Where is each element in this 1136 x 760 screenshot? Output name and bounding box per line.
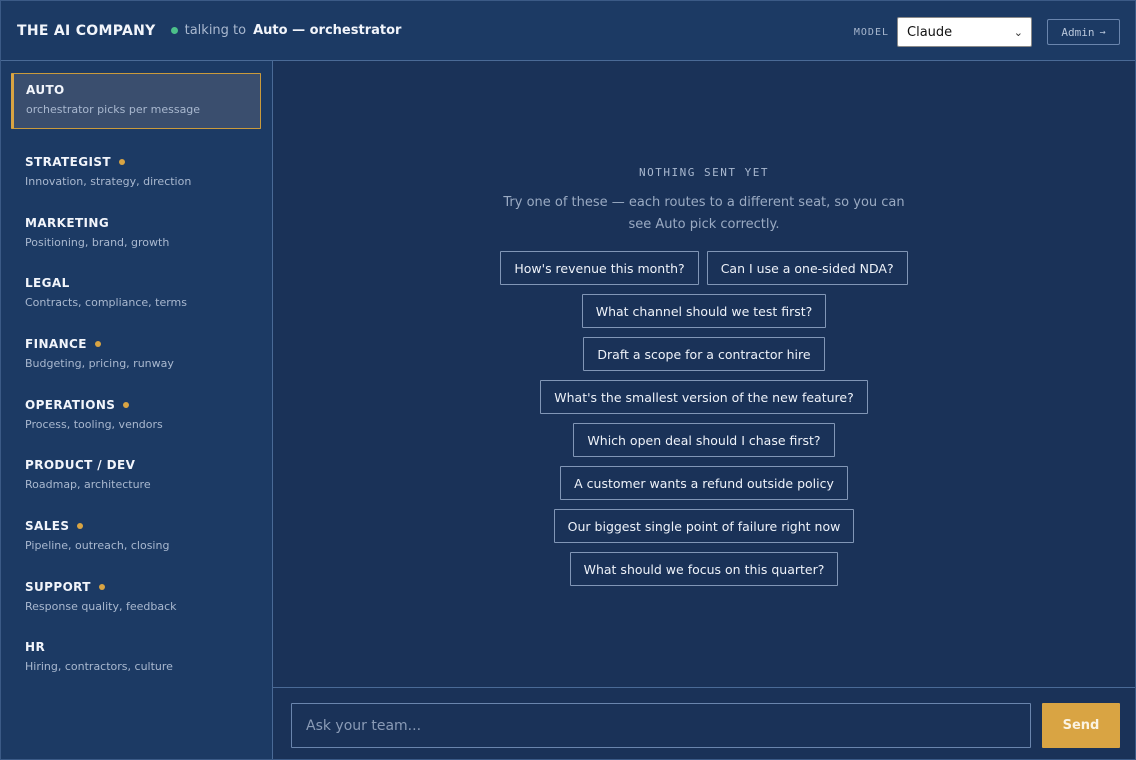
suggestion-row: What's the smallest version of the new f… [540, 380, 868, 414]
suggestion-chip[interactable]: Our biggest single point of failure righ… [553, 509, 855, 543]
send-button[interactable]: Send [1042, 703, 1120, 748]
empty-state-title: NOTHING SENT YET [639, 166, 769, 179]
suggestion-row: Our biggest single point of failure righ… [553, 509, 855, 543]
seat-name-label: SALES [25, 519, 70, 533]
suggestion-chip[interactable]: A customer wants a refund outside policy [560, 466, 848, 500]
seat-name: STRATEGIST [25, 155, 261, 169]
activity-dot-icon [123, 402, 130, 408]
seat-name-label: PRODUCT / DEV [25, 458, 136, 472]
seat-sidebar: AUTO orchestrator picks per message STRATE… [1, 61, 273, 759]
suggestion-chip[interactable]: How's revenue this month? [500, 251, 699, 285]
talking-to-label: talking to [184, 23, 247, 38]
seat-name-label: STRATEGIST [25, 155, 111, 169]
seat-description: orchestrator picks per message [26, 103, 201, 116]
sidebar-item-marketing[interactable]: MARKETING Positioning, brand, growth [11, 207, 261, 249]
suggestion-chip[interactable]: What should we focus on this quarter? [569, 552, 839, 586]
suggestion-row: Which open deal should I chase first? [573, 423, 835, 457]
sidebar-item-operations[interactable]: OPERATIONS Process, tooling, vendors [11, 389, 261, 431]
admin-button[interactable]: Admin → [1047, 19, 1120, 45]
sidebar-item-hr[interactable]: HR Hiring, contractors, culture [11, 631, 261, 673]
seat-name-label: HR [25, 640, 46, 654]
suggestion-row: What channel should we test first? [581, 294, 827, 328]
model-label: MODEL [853, 26, 889, 38]
top-bar: THE AI COMPANY talking to Auto — orchest… [1, 1, 1135, 61]
seat-description: Innovation, strategy, direction [25, 175, 192, 188]
seat-name-label: AUTO [26, 83, 65, 97]
sidebar-item-legal[interactable]: LEGAL Contracts, compliance, terms [11, 267, 261, 309]
suggestion-chip[interactable]: Which open deal should I chase first? [573, 423, 835, 457]
seat-name: AUTO [26, 83, 260, 97]
seat-description: Positioning, brand, growth [25, 236, 170, 249]
seat-name: LEGAL [25, 276, 261, 290]
suggestion-row: How's revenue this month? Can I use a on… [500, 251, 908, 285]
sidebar-item-product-dev[interactable]: PRODUCT / DEV Roadmap, architecture [11, 449, 261, 491]
suggestion-chip[interactable]: What's the smallest version of the new f… [540, 380, 868, 414]
seat-description: Hiring, contractors, culture [25, 660, 173, 673]
activity-dot-icon [77, 523, 84, 529]
seat-name: PRODUCT / DEV [25, 458, 261, 472]
app-window: THE AI COMPANY talking to Auto — orchest… [0, 0, 1136, 760]
chevron-down-icon: ⌄ [1013, 25, 1023, 39]
model-select[interactable]: Claude ⌄ [897, 17, 1032, 47]
sidebar-item-auto[interactable]: AUTO orchestrator picks per message [11, 73, 261, 129]
seat-description: Process, tooling, vendors [25, 418, 163, 431]
composer-bar: Send [273, 687, 1135, 759]
seat-name: SALES [25, 519, 261, 533]
suggestion-row: What should we focus on this quarter? [569, 552, 839, 586]
seat-name: SUPPORT [25, 580, 261, 594]
seat-name-label: FINANCE [25, 337, 87, 351]
brand-title: THE AI COMPANY [17, 22, 156, 39]
seat-description: Contracts, compliance, terms [25, 296, 188, 309]
message-input[interactable] [291, 703, 1031, 748]
sidebar-item-sales[interactable]: SALES Pipeline, outreach, closing [11, 510, 261, 552]
activity-dot-icon [98, 584, 105, 590]
arrow-right-icon: → [1099, 26, 1106, 38]
suggestion-row: A customer wants a refund outside policy [560, 466, 848, 500]
talking-to-target: Auto — orchestrator [253, 23, 402, 38]
admin-button-label: Admin [1061, 25, 1095, 39]
seat-name: FINANCE [25, 337, 261, 351]
seat-description: Response quality, feedback [25, 600, 177, 613]
seat-description: Budgeting, pricing, runway [25, 357, 174, 370]
seat-name: HR [25, 640, 261, 654]
sidebar-item-support[interactable]: SUPPORT Response quality, feedback [11, 571, 261, 613]
suggestion-chip[interactable]: What channel should we test first? [581, 294, 827, 328]
seat-name: OPERATIONS [25, 398, 261, 412]
model-select-value: Claude [907, 24, 953, 40]
seat-name-label: MARKETING [25, 216, 110, 230]
suggestion-chip[interactable]: Draft a scope for a contractor hire [583, 337, 825, 371]
seat-name-label: LEGAL [25, 276, 70, 290]
activity-dot-icon [94, 341, 101, 347]
conversation-area: NOTHING SENT YET Try one of these — each… [273, 61, 1135, 687]
header-controls: MODEL Claude ⌄ Admin → [854, 17, 1120, 47]
suggestion-row: Draft a scope for a contractor hire [583, 337, 825, 371]
empty-state-hint: Try one of these — each routes to a diff… [503, 195, 905, 232]
status-dot-icon [170, 27, 178, 34]
seat-name: MARKETING [25, 216, 261, 230]
seat-description: Roadmap, architecture [25, 478, 151, 491]
seat-name-label: OPERATIONS [25, 398, 116, 412]
suggestion-list: How's revenue this month? Can I use a on… [273, 251, 1135, 595]
suggestion-chip[interactable]: Can I use a one-sided NDA? [706, 251, 908, 285]
activity-dot-icon [118, 159, 125, 165]
seat-name-label: SUPPORT [25, 580, 91, 594]
sidebar-item-strategist[interactable]: STRATEGIST Innovation, strategy, directio… [11, 146, 261, 188]
seat-description: Pipeline, outreach, closing [25, 539, 170, 552]
sidebar-item-finance[interactable]: FINANCE Budgeting, pricing, runway [11, 328, 261, 370]
